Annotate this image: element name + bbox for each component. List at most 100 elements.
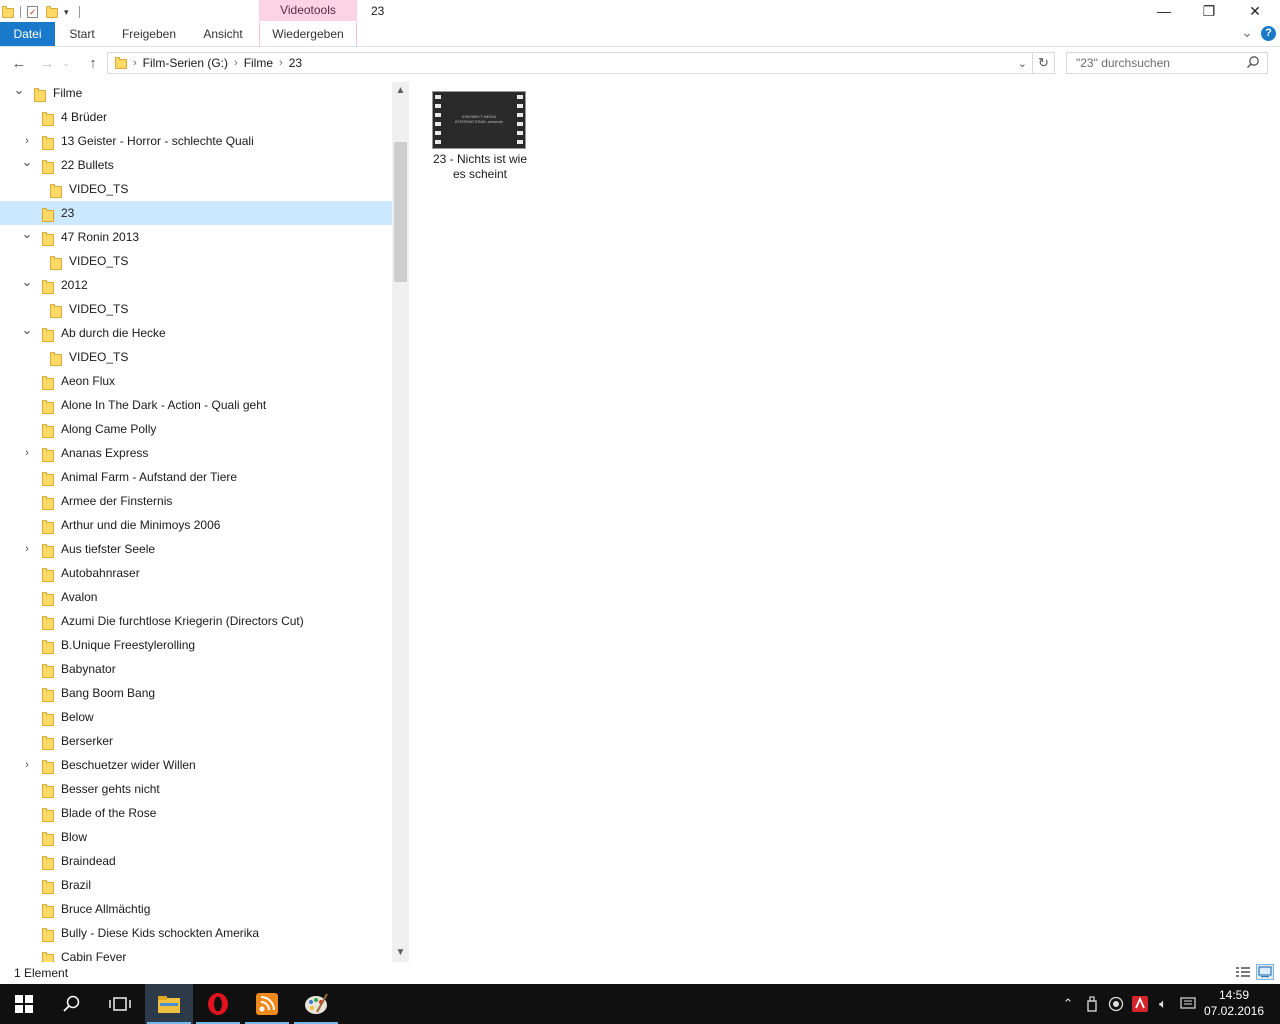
chevron-down-icon[interactable]: ⌄	[22, 154, 33, 169]
back-button[interactable]: ←	[9, 52, 29, 74]
customize-qat-icon[interactable]: ▾	[64, 7, 69, 18]
chevron-down-icon[interactable]: ⌄	[22, 274, 33, 289]
tree-item[interactable]: Brazil	[0, 873, 392, 897]
tree-item[interactable]: Berserker	[0, 729, 392, 753]
breadcrumb-filme[interactable]: Filme	[240, 56, 277, 70]
up-button[interactable]: ↑	[83, 52, 103, 74]
tree-item[interactable]: › Aus tiefster Seele	[0, 537, 392, 561]
tree-item[interactable]: VIDEO_TS	[0, 249, 392, 273]
start-button[interactable]	[0, 984, 48, 1024]
chevron-right-icon[interactable]: ›	[22, 135, 32, 147]
network-globe-icon[interactable]	[1106, 984, 1126, 1024]
tree-item[interactable]: VIDEO_TS	[0, 297, 392, 321]
tree-item[interactable]: ⌄ 22 Bullets	[0, 153, 392, 177]
chevron-right-icon[interactable]: ›	[22, 543, 32, 555]
search-icon[interactable]	[1246, 55, 1260, 69]
usb-device-icon[interactable]	[1082, 984, 1102, 1024]
task-view-button[interactable]	[96, 984, 144, 1024]
tree-item[interactable]: B.Unique Freestylerolling	[0, 633, 392, 657]
address-bar[interactable]: › Film-Serien (G:) › Filme › 23 ⌄	[107, 52, 1033, 74]
folder-icon	[42, 400, 54, 414]
breadcrumb-drive[interactable]: Film-Serien (G:)	[139, 56, 232, 70]
tree-item[interactable]: VIDEO_TS	[0, 177, 392, 201]
maximize-button[interactable]: ❐	[1186, 0, 1232, 22]
tree-item[interactable]: ⌄ Filme	[0, 82, 392, 105]
folder-icon	[50, 352, 62, 366]
properties-icon[interactable]: ✓	[27, 6, 38, 18]
tree-item[interactable]: Blade of the Rose	[0, 801, 392, 825]
tree-item[interactable]: Bang Boom Bang	[0, 681, 392, 705]
scroll-up-arrow-icon[interactable]: ▲	[392, 82, 409, 99]
navigation-pane[interactable]: ⌄ Filme 4 Brüder › 13 Geister - Horror - sch…	[0, 82, 392, 962]
large-icons-view-button[interactable]	[1256, 964, 1274, 980]
tree-item[interactable]: 4 Brüder	[0, 105, 392, 129]
tree-item[interactable]: 23	[0, 201, 392, 225]
help-icon[interactable]: ?	[1261, 26, 1276, 41]
folder-icon[interactable]	[2, 6, 14, 18]
action-center-icon[interactable]	[1177, 984, 1199, 1024]
tree-item[interactable]: Blow	[0, 825, 392, 849]
search-taskbar-button[interactable]	[48, 984, 96, 1024]
tree-item[interactable]: Babynator	[0, 657, 392, 681]
tree-item[interactable]: Arthur und die Minimoys 2006	[0, 513, 392, 537]
tree-item[interactable]: Bully - Diese Kids schockten Amerika	[0, 921, 392, 945]
chevron-right-icon[interactable]: ›	[22, 447, 32, 459]
tree-item[interactable]: ⌄ 2012	[0, 273, 392, 297]
taskbar-clock[interactable]: 14:59 07.02.2016	[1203, 987, 1265, 1019]
taskbar-paint-app[interactable]	[292, 984, 340, 1024]
tab-datei[interactable]: Datei	[0, 22, 55, 46]
new-folder-icon[interactable]	[46, 6, 58, 18]
refresh-button[interactable]: ↻	[1033, 52, 1055, 74]
close-button[interactable]: ✕	[1232, 0, 1278, 22]
video-thumbnail[interactable]: KINOWELT MEDIA INTERNATIONAL presents	[432, 91, 526, 149]
tree-item[interactable]: Aeon Flux	[0, 369, 392, 393]
tab-freigeben[interactable]: Freigeben	[114, 22, 184, 46]
tree-item[interactable]: › Ananas Express	[0, 441, 392, 465]
tree-item[interactable]: Along Came Polly	[0, 417, 392, 441]
tree-item[interactable]: Besser gehts nicht	[0, 777, 392, 801]
scrollbar-thumb[interactable]	[394, 142, 407, 282]
minimize-button[interactable]: —	[1141, 0, 1187, 22]
chevron-right-icon[interactable]: ›	[277, 57, 285, 69]
tree-item[interactable]: Alone In The Dark - Action - Quali geht	[0, 393, 392, 417]
tree-item[interactable]: ⌄ Ab durch die Hecke	[0, 321, 392, 345]
tree-item[interactable]: Autobahnraser	[0, 561, 392, 585]
forward-button[interactable]: →	[37, 52, 57, 74]
volume-icon[interactable]: 🔈︎	[1153, 984, 1173, 1024]
tree-item[interactable]: Braindead	[0, 849, 392, 873]
expand-ribbon-icon[interactable]: ⌄	[1239, 25, 1255, 42]
tree-item[interactable]: Bruce Allmächtig	[0, 897, 392, 921]
tree-item[interactable]: › Beschuetzer wider Willen	[0, 753, 392, 777]
chevron-down-icon[interactable]: ⌄	[22, 322, 33, 337]
show-hidden-icons-chevron-icon[interactable]: ⌃	[1058, 984, 1078, 1024]
recent-locations-button[interactable]: ⌄	[60, 52, 72, 74]
search-input[interactable]: "23" durchsuchen	[1066, 52, 1268, 74]
tab-ansicht[interactable]: Ansicht	[193, 22, 253, 46]
taskbar-media-app[interactable]	[243, 984, 291, 1024]
address-history-chevron-icon[interactable]: ⌄	[1018, 57, 1027, 70]
tree-item[interactable]: Below	[0, 705, 392, 729]
file-name-label[interactable]: 23 - Nichts ist wie es scheint	[428, 152, 532, 182]
chevron-down-icon[interactable]: ⌄	[14, 82, 25, 97]
tree-item[interactable]: VIDEO_TS	[0, 345, 392, 369]
tree-item[interactable]: ⌄ 47 Ronin 2013	[0, 225, 392, 249]
breadcrumb-current[interactable]: 23	[285, 56, 306, 70]
minimize-icon: —	[1157, 3, 1171, 19]
tree-item[interactable]: › 13 Geister - Horror - schlechte Quali	[0, 129, 392, 153]
tree-item[interactable]: Azumi Die furchtlose Kriegerin (Director…	[0, 609, 392, 633]
chevron-right-icon[interactable]: ›	[232, 57, 240, 69]
tree-item[interactable]: Cabin Fever	[0, 945, 392, 962]
tab-wiedergeben[interactable]: Wiedergeben	[259, 22, 357, 46]
tree-item[interactable]: Avalon	[0, 585, 392, 609]
taskbar-opera[interactable]	[194, 984, 242, 1024]
scroll-down-arrow-icon[interactable]: ▼	[392, 944, 409, 961]
taskbar-file-explorer[interactable]	[145, 984, 193, 1024]
tree-item[interactable]: Armee der Finsternis	[0, 489, 392, 513]
details-view-button[interactable]	[1234, 964, 1252, 980]
antivirus-icon[interactable]	[1130, 984, 1150, 1024]
tab-start[interactable]: Start	[57, 22, 107, 46]
chevron-right-icon[interactable]: ›	[22, 759, 32, 771]
chevron-right-icon[interactable]: ›	[131, 57, 139, 69]
tree-item[interactable]: Animal Farm - Aufstand der Tiere	[0, 465, 392, 489]
chevron-down-icon[interactable]: ⌄	[22, 226, 33, 241]
